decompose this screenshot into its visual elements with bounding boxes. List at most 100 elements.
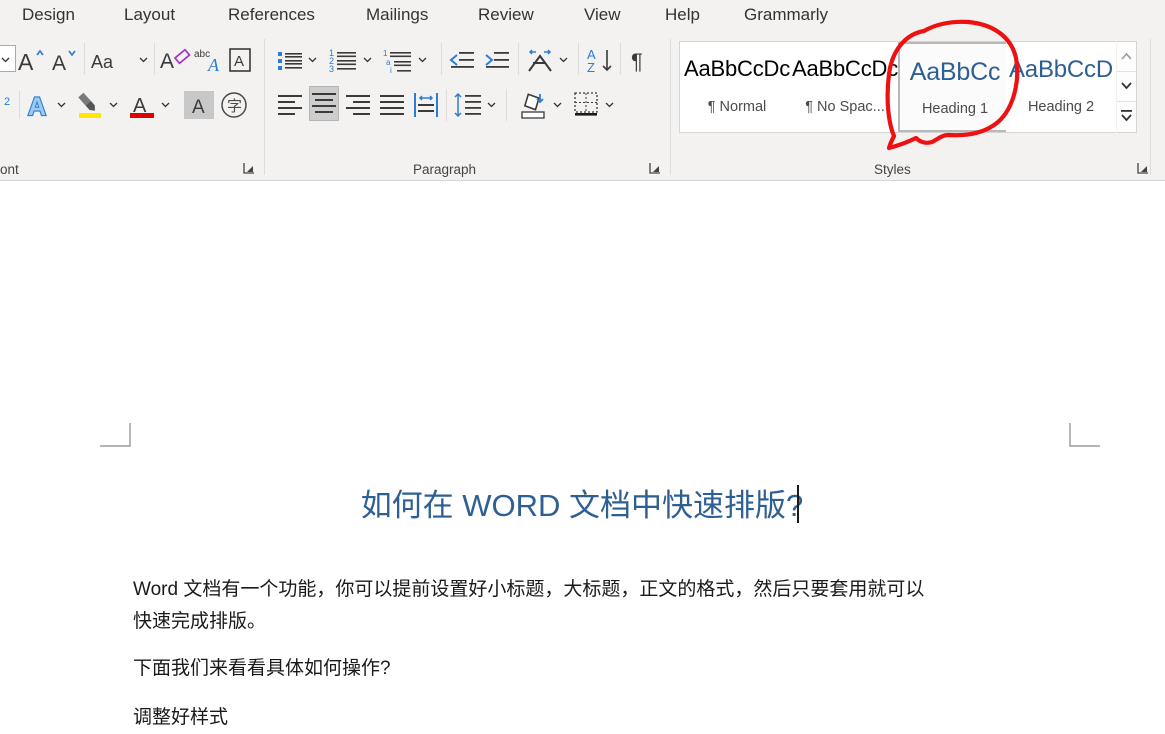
style-name: Heading 2 [1027, 99, 1095, 115]
text-effects-chevron-down-icon[interactable] [56, 99, 67, 110]
shading-button[interactable] [516, 88, 550, 122]
style-item-heading-1[interactable]: AaBbCc Heading 1 [898, 42, 1008, 132]
styles-scroll-down-button[interactable] [1117, 72, 1136, 102]
document-paragraph[interactable]: 下面我们来看看具体如何操作? [133, 653, 633, 685]
sort-button[interactable]: A Z [585, 45, 617, 75]
bullets-button[interactable] [275, 45, 305, 75]
svg-text:A: A [18, 49, 34, 75]
distributed-button[interactable] [411, 90, 441, 121]
ribbon-tab-review[interactable]: Review [478, 0, 534, 33]
svg-text:i: i [390, 66, 392, 75]
shading-chevron-down-icon[interactable] [552, 99, 563, 110]
show-formatting-marks-icon: ¶ [631, 49, 643, 74]
superscript-button[interactable]: 2 [0, 91, 14, 119]
borders-button[interactable] [570, 89, 602, 121]
style-preview: AaBbCcDc [792, 56, 898, 81]
decrease-indent-button[interactable] [447, 45, 477, 75]
svg-text:A: A [28, 93, 46, 121]
borders-chevron-down-icon[interactable] [604, 99, 615, 110]
svg-text:字: 字 [227, 97, 242, 115]
svg-text:A: A [52, 52, 66, 75]
shrink-font-button[interactable]: A [50, 45, 80, 75]
document-paragraph[interactable]: 调整好样式 [133, 702, 533, 734]
divider [19, 91, 20, 119]
change-case-chevron-down-icon[interactable] [138, 54, 149, 65]
character-border-button[interactable]: A [226, 45, 254, 75]
style-preview: AaBbCcDc [684, 56, 790, 81]
ribbon-tab-help[interactable]: Help [665, 0, 700, 33]
font-color-chevron-down-icon[interactable] [160, 99, 171, 110]
group-label-paragraph: Paragraph [413, 162, 477, 177]
divider [446, 89, 447, 121]
text-effects-button[interactable]: A A [24, 89, 56, 122]
asian-layout-chevron-down-icon[interactable] [558, 54, 569, 65]
enclose-characters-button[interactable]: 字 [218, 89, 250, 121]
text-cursor [797, 485, 799, 523]
shading-icon [521, 93, 545, 119]
document-paragraph[interactable]: Word 文档有一个功能，你可以提前设置好小标题，大标题，正文的格式，然后只要套… [133, 574, 1048, 606]
ribbon-tab-references[interactable]: References [228, 0, 315, 33]
change-case-button[interactable]: Aa [90, 47, 138, 73]
align-left-icon [278, 95, 302, 115]
enclose-characters-icon: 字 [221, 92, 247, 118]
align-right-button[interactable] [343, 90, 373, 121]
style-preview: AaBbCc [909, 58, 1001, 86]
styles-scroll-up-button[interactable] [1117, 42, 1136, 72]
styles-dialog-launcher-icon[interactable] [1136, 161, 1150, 175]
styles-gallery-scrollbar[interactable] [1117, 41, 1137, 133]
align-center-button[interactable] [309, 86, 339, 121]
borders-icon [574, 92, 598, 116]
justify-button[interactable] [377, 90, 407, 121]
text-highlight-chevron-down-icon[interactable] [108, 99, 119, 110]
distributed-icon [414, 93, 438, 117]
show-formatting-marks-button[interactable]: ¶ [626, 45, 654, 75]
phonetic-guide-button[interactable]: abc A [194, 45, 224, 75]
ribbon-tab-design[interactable]: Design [22, 0, 75, 33]
ribbon-tab-layout[interactable]: Layout [124, 0, 175, 33]
grow-font-button[interactable]: A [14, 45, 46, 75]
style-item-normal[interactable]: AaBbCcDc ¶ Normal [682, 42, 792, 132]
document-paragraph[interactable]: 快速完成排版。 [133, 606, 533, 638]
character-shading-button[interactable]: A [184, 91, 214, 119]
divider [578, 43, 579, 75]
ribbon-tab-view[interactable]: View [584, 0, 621, 33]
paragraph-dialog-launcher-icon[interactable] [648, 161, 662, 175]
svg-text:A: A [160, 50, 174, 73]
font-size-chevron-down-icon[interactable] [0, 54, 11, 65]
clear-formatting-button[interactable]: A [160, 45, 192, 75]
line-spacing-button[interactable] [452, 90, 484, 121]
ribbon-tab-grammarly[interactable]: Grammarly [744, 0, 828, 33]
font-dialog-launcher-icon[interactable] [242, 161, 256, 175]
chevron-down-icon [1121, 82, 1132, 90]
font-color-button[interactable]: A [126, 89, 158, 121]
group-separator-font-paragraph [264, 39, 265, 175]
ribbon-tab-mailings[interactable]: Mailings [366, 0, 428, 33]
margin-mark-top-right-icon [1069, 423, 1100, 447]
styles-gallery[interactable]: AaBbCcDc ¶ Normal AaBbCcDc ¶ No Spac... … [679, 41, 1116, 133]
spelling-abc-icon: abc A [194, 49, 220, 75]
numbering-chevron-down-icon[interactable] [362, 54, 373, 65]
document-title[interactable]: 如何在 WORD 文档中快速排版? [132, 480, 1032, 525]
align-left-button[interactable] [275, 90, 305, 121]
group-separator-paragraph-styles [670, 39, 671, 175]
asian-layout-icon [528, 49, 552, 72]
styles-more-button[interactable] [1117, 102, 1136, 132]
bullets-chevron-down-icon[interactable] [307, 54, 318, 65]
multilevel-list-chevron-down-icon[interactable] [417, 54, 428, 65]
document-canvas[interactable]: 如何在 WORD 文档中快速排版? Word 文档有一个功能，你可以提前设置好小… [0, 181, 1165, 728]
text-highlight-icon [78, 92, 101, 118]
numbering-button[interactable]: 1 2 3 [328, 45, 360, 75]
text-highlight-button[interactable] [74, 89, 106, 121]
multilevel-list-button[interactable]: 1 a i [383, 45, 415, 75]
svg-text:¶: ¶ [631, 49, 643, 74]
style-item-heading-2[interactable]: AaBbCcD Heading 2 [1006, 42, 1116, 132]
style-item-no-spacing[interactable]: AaBbCcDc ¶ No Spac... [790, 42, 900, 132]
divider [506, 89, 507, 121]
grow-font-icon: A [18, 49, 44, 75]
superscript-icon: 2 [4, 96, 10, 108]
line-spacing-chevron-down-icon[interactable] [486, 99, 497, 110]
svg-text:A: A [192, 97, 205, 118]
increase-indent-button[interactable] [482, 45, 512, 75]
asian-layout-button[interactable] [524, 45, 556, 75]
bullets-icon [278, 52, 302, 70]
